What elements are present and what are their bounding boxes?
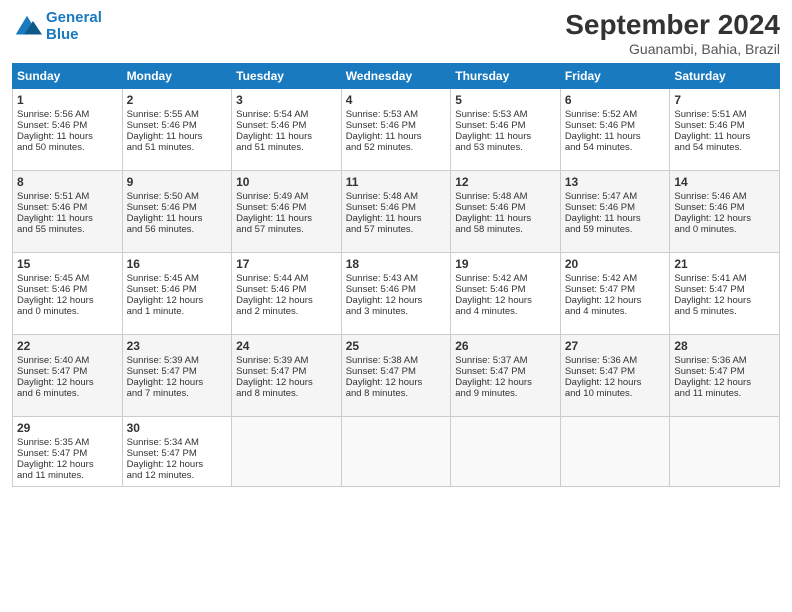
table-row: 15 Sunrise: 5:45 AM Sunset: 5:46 PM Dayl…: [13, 252, 123, 334]
table-row: 3 Sunrise: 5:54 AM Sunset: 5:46 PM Dayli…: [232, 88, 342, 170]
table-row: 22 Sunrise: 5:40 AM Sunset: 5:47 PM Dayl…: [13, 334, 123, 416]
logo-icon: [12, 12, 42, 42]
table-row: 7 Sunrise: 5:51 AM Sunset: 5:46 PM Dayli…: [670, 88, 780, 170]
empty-cell: [560, 416, 670, 486]
table-row: 16 Sunrise: 5:45 AM Sunset: 5:46 PM Dayl…: [122, 252, 232, 334]
col-monday: Monday: [122, 63, 232, 88]
empty-cell: [670, 416, 780, 486]
table-row: 24 Sunrise: 5:39 AM Sunset: 5:47 PM Dayl…: [232, 334, 342, 416]
empty-cell: [232, 416, 342, 486]
col-thursday: Thursday: [451, 63, 561, 88]
col-wednesday: Wednesday: [341, 63, 451, 88]
table-row: 21 Sunrise: 5:41 AM Sunset: 5:47 PM Dayl…: [670, 252, 780, 334]
table-row: 12 Sunrise: 5:48 AM Sunset: 5:46 PM Dayl…: [451, 170, 561, 252]
header: General Blue September 2024 Guanambi, Ba…: [12, 10, 780, 57]
page-container: General Blue September 2024 Guanambi, Ba…: [0, 0, 792, 495]
table-row: 6 Sunrise: 5:52 AM Sunset: 5:46 PM Dayli…: [560, 88, 670, 170]
table-row: 26 Sunrise: 5:37 AM Sunset: 5:47 PM Dayl…: [451, 334, 561, 416]
table-row: 9 Sunrise: 5:50 AM Sunset: 5:46 PM Dayli…: [122, 170, 232, 252]
table-row: 14 Sunrise: 5:46 AM Sunset: 5:46 PM Dayl…: [670, 170, 780, 252]
col-sunday: Sunday: [13, 63, 123, 88]
col-saturday: Saturday: [670, 63, 780, 88]
table-row: 28 Sunrise: 5:36 AM Sunset: 5:47 PM Dayl…: [670, 334, 780, 416]
table-row: 23 Sunrise: 5:39 AM Sunset: 5:47 PM Dayl…: [122, 334, 232, 416]
title-block: September 2024 Guanambi, Bahia, Brazil: [565, 10, 780, 57]
table-row: 4 Sunrise: 5:53 AM Sunset: 5:46 PM Dayli…: [341, 88, 451, 170]
table-row: 20 Sunrise: 5:42 AM Sunset: 5:47 PM Dayl…: [560, 252, 670, 334]
table-row: 5 Sunrise: 5:53 AM Sunset: 5:46 PM Dayli…: [451, 88, 561, 170]
calendar-week-row: 15 Sunrise: 5:45 AM Sunset: 5:46 PM Dayl…: [13, 252, 780, 334]
table-row: 30 Sunrise: 5:34 AM Sunset: 5:47 PM Dayl…: [122, 416, 232, 486]
table-row: 29 Sunrise: 5:35 AM Sunset: 5:47 PM Dayl…: [13, 416, 123, 486]
table-row: 17 Sunrise: 5:44 AM Sunset: 5:46 PM Dayl…: [232, 252, 342, 334]
col-friday: Friday: [560, 63, 670, 88]
calendar-week-row: 1 Sunrise: 5:56 AM Sunset: 5:46 PM Dayli…: [13, 88, 780, 170]
table-row: 10 Sunrise: 5:49 AM Sunset: 5:46 PM Dayl…: [232, 170, 342, 252]
table-row: 18 Sunrise: 5:43 AM Sunset: 5:46 PM Dayl…: [341, 252, 451, 334]
table-row: 1 Sunrise: 5:56 AM Sunset: 5:46 PM Dayli…: [13, 88, 123, 170]
logo-text: General Blue: [46, 10, 102, 43]
table-row: 2 Sunrise: 5:55 AM Sunset: 5:46 PM Dayli…: [122, 88, 232, 170]
table-row: 13 Sunrise: 5:47 AM Sunset: 5:46 PM Dayl…: [560, 170, 670, 252]
col-tuesday: Tuesday: [232, 63, 342, 88]
empty-cell: [341, 416, 451, 486]
table-row: 19 Sunrise: 5:42 AM Sunset: 5:46 PM Dayl…: [451, 252, 561, 334]
month-title: September 2024: [565, 10, 780, 41]
calendar-week-row: 8 Sunrise: 5:51 AM Sunset: 5:46 PM Dayli…: [13, 170, 780, 252]
calendar-week-row: 29 Sunrise: 5:35 AM Sunset: 5:47 PM Dayl…: [13, 416, 780, 486]
logo: General Blue: [12, 10, 102, 43]
table-row: 11 Sunrise: 5:48 AM Sunset: 5:46 PM Dayl…: [341, 170, 451, 252]
table-row: 8 Sunrise: 5:51 AM Sunset: 5:46 PM Dayli…: [13, 170, 123, 252]
table-row: 25 Sunrise: 5:38 AM Sunset: 5:47 PM Dayl…: [341, 334, 451, 416]
location-subtitle: Guanambi, Bahia, Brazil: [565, 41, 780, 57]
calendar-week-row: 22 Sunrise: 5:40 AM Sunset: 5:47 PM Dayl…: [13, 334, 780, 416]
empty-cell: [451, 416, 561, 486]
calendar-table: Sunday Monday Tuesday Wednesday Thursday…: [12, 63, 780, 487]
table-row: 27 Sunrise: 5:36 AM Sunset: 5:47 PM Dayl…: [560, 334, 670, 416]
calendar-header-row: Sunday Monday Tuesday Wednesday Thursday…: [13, 63, 780, 88]
